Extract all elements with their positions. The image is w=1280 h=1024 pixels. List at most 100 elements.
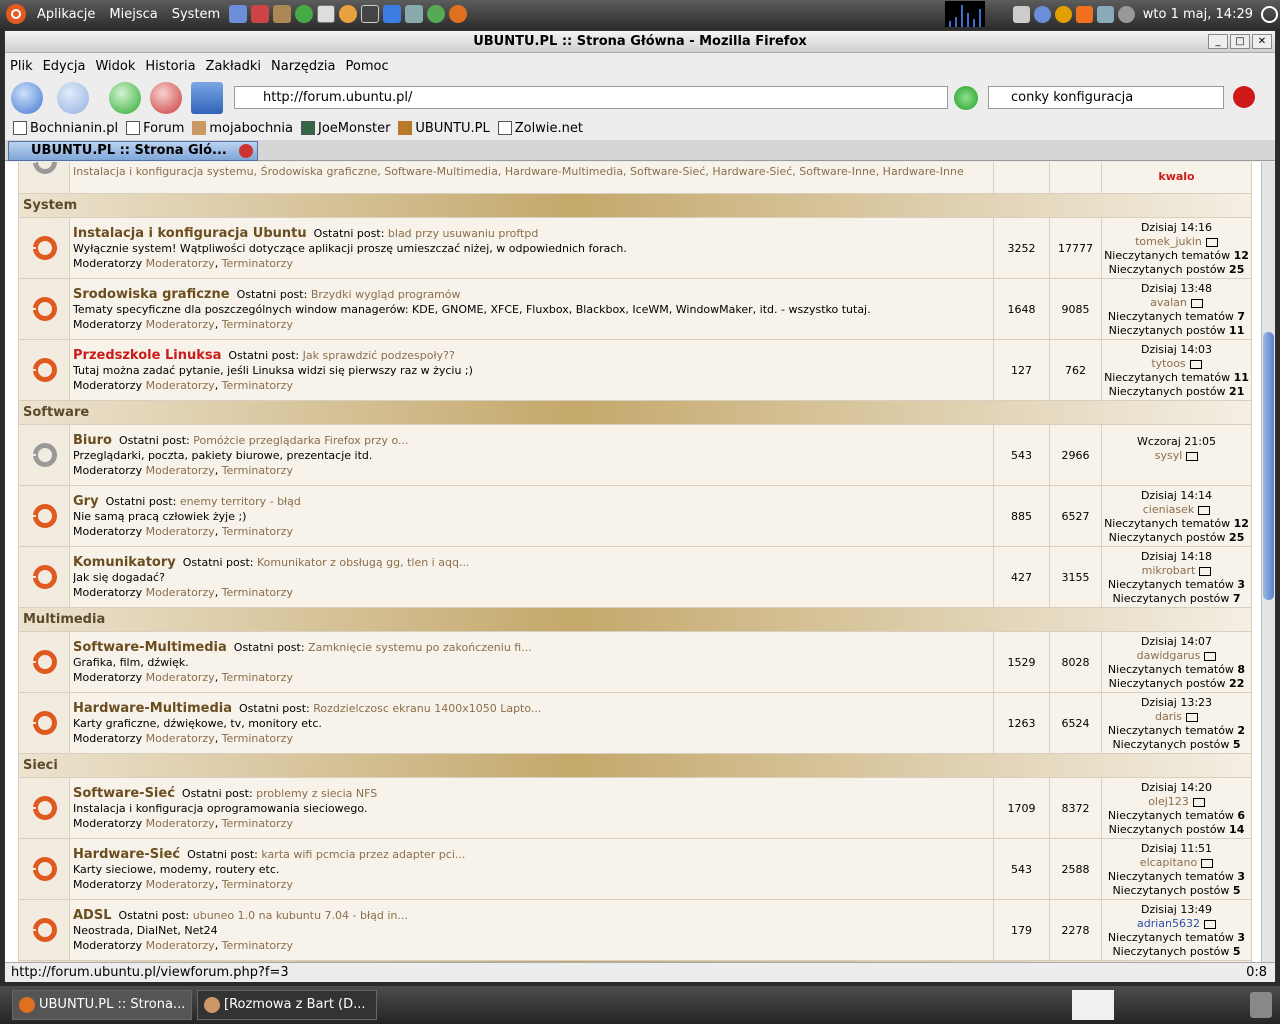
forum-title-link[interactable]: Instalacja i konfiguracja Ubuntu	[73, 226, 307, 241]
forum-title-link[interactable]: Hardware-Sieć	[73, 847, 180, 862]
moderators-link[interactable]: Moderatorzy	[146, 257, 215, 270]
last-post-user[interactable]: cieniasek	[1143, 503, 1195, 516]
last-post-user[interactable]: mikrobart	[1142, 564, 1196, 577]
moderators-link[interactable]: Moderatorzy	[146, 939, 215, 952]
star-icon[interactable]	[1075, 5, 1093, 23]
close-button[interactable]: ✕	[1252, 34, 1272, 49]
goto-post-icon[interactable]	[1198, 505, 1211, 515]
network-icon[interactable]	[1012, 5, 1030, 23]
forum-title-link[interactable]: Gry	[73, 494, 99, 509]
trash-icon[interactable]	[1250, 992, 1272, 1018]
moderators-link[interactable]: Moderatorzy	[146, 732, 215, 745]
image-launcher-icon[interactable]	[405, 5, 424, 23]
task-chat[interactable]: [Rozmowa z Bart (D...	[197, 990, 377, 1020]
bookmark-ubuntu[interactable]: UBUNTU.PL	[398, 121, 490, 136]
last-post-link[interactable]: karta wifi pcmcia przez adapter pci...	[261, 848, 465, 861]
bookmark-forum[interactable]: Forum	[126, 121, 184, 136]
task-firefox[interactable]: UBUNTU.PL :: Strona...	[12, 990, 192, 1020]
ubuntu-logo-icon[interactable]	[6, 4, 26, 24]
terminatorzy-link[interactable]: Terminatorzy	[222, 464, 293, 477]
moderators-link[interactable]: Moderatorzy	[146, 379, 215, 392]
last-post-user[interactable]: tytoos	[1151, 357, 1185, 370]
last-post-user[interactable]: dawidgarus	[1137, 649, 1201, 662]
last-post-user[interactable]: kwalo	[1158, 170, 1194, 183]
forum-title-link[interactable]: Hardware-Multimedia	[73, 701, 232, 716]
last-post-user[interactable]: sysyl	[1155, 449, 1183, 462]
last-post-link[interactable]: ubuneo 1.0 na kubuntu 7.04 - błąd in...	[193, 909, 408, 922]
category-multimedia[interactable]: Multimedia	[18, 608, 1252, 632]
skype-launcher-icon[interactable]	[295, 5, 314, 23]
volume-icon[interactable]	[1117, 5, 1135, 23]
terminatorzy-link[interactable]: Terminatorzy	[222, 671, 293, 684]
terminatorzy-link[interactable]: Terminatorzy	[222, 586, 293, 599]
last-post-link[interactable]: Jak sprawdzić podzespoły??	[303, 349, 455, 362]
menu-pomoc[interactable]: Pomoc	[341, 59, 394, 74]
last-post-user[interactable]: tomek_jukin	[1135, 235, 1202, 248]
forum-title-link[interactable]: Komunikatory	[73, 555, 176, 570]
menu-system[interactable]: System	[165, 7, 227, 22]
gimp-launcher-icon[interactable]	[273, 5, 292, 23]
moderators-link[interactable]: Moderatorzy	[146, 586, 215, 599]
url-bar[interactable]: http://forum.ubuntu.pl/	[234, 86, 948, 109]
last-post-link[interactable]: Brzydki wygląd programów	[311, 288, 461, 301]
terminatorzy-link[interactable]: Terminatorzy	[222, 379, 293, 392]
maximize-button[interactable]: □	[1230, 34, 1250, 49]
terminatorzy-link[interactable]: Terminatorzy	[222, 817, 293, 830]
menu-historia[interactable]: Historia	[140, 59, 200, 74]
moderators-link[interactable]: Moderatorzy	[146, 817, 215, 830]
forward-button[interactable]	[57, 82, 89, 114]
editor-launcher-icon[interactable]	[383, 5, 402, 23]
adblock-icon[interactable]	[1233, 86, 1255, 108]
terminatorzy-link[interactable]: Terminatorzy	[222, 257, 293, 270]
forum-title-link[interactable]: Przedszkole Linuksa	[73, 348, 221, 363]
terminatorzy-link[interactable]: Terminatorzy	[222, 525, 293, 538]
close-tab-icon[interactable]	[239, 144, 253, 158]
goto-post-icon[interactable]	[1204, 919, 1216, 929]
bookmark-zolwie[interactable]: Zolwie.net	[497, 121, 583, 136]
forum-title-link[interactable]: Biuro	[73, 433, 112, 448]
search-bar[interactable]: conky konfiguracja	[988, 86, 1224, 109]
last-post-link[interactable]: Komunikator z obsługą gg, tlen i aqq...	[257, 556, 469, 569]
stop-button[interactable]	[150, 82, 182, 114]
goto-post-icon[interactable]	[1192, 797, 1205, 807]
terminatorzy-link[interactable]: Terminatorzy	[222, 732, 293, 745]
last-post-user[interactable]: daris	[1155, 710, 1182, 723]
category-system[interactable]: System	[18, 194, 1252, 218]
forum-title-link[interactable]: Środowiska graficzne	[73, 287, 230, 302]
menu-edycja[interactable]: Edycja	[38, 59, 91, 74]
bookmark-joemonster[interactable]: JoeMonster	[301, 121, 390, 136]
power-icon[interactable]	[1261, 5, 1278, 23]
bookmark-mojabochnia[interactable]: mojabochnia	[192, 121, 293, 136]
moderators-link[interactable]: Moderatorzy	[146, 671, 215, 684]
last-post-link[interactable]: problemy z siecia NFS	[256, 787, 377, 800]
last-post-user[interactable]: elcapitano	[1140, 856, 1197, 869]
back-button[interactable]	[11, 82, 43, 114]
last-post-link[interactable]: Rozdzielczosc ekranu 1400x1050 Lapto...	[313, 702, 541, 715]
applet-icon[interactable]	[1096, 5, 1114, 23]
last-post-link[interactable]: blad przy usuwaniu proftpd	[388, 227, 538, 240]
moderators-link[interactable]: Moderatorzy	[146, 318, 215, 331]
moderators-link[interactable]: Moderatorzy	[146, 525, 215, 538]
browser-launcher-icon[interactable]	[229, 5, 248, 23]
vertical-scrollbar[interactable]	[1261, 162, 1275, 962]
weather-icon[interactable]	[1054, 5, 1072, 23]
goto-post-icon[interactable]	[1186, 451, 1199, 461]
menu-miejsca[interactable]: Miejsca	[102, 7, 164, 22]
goto-post-icon[interactable]	[1199, 566, 1212, 576]
last-post-user[interactable]: olej123	[1148, 795, 1189, 808]
menu-narzedzia[interactable]: Narzędzia	[266, 59, 341, 74]
terminatorzy-link[interactable]: Terminatorzy	[222, 939, 293, 952]
goto-post-icon[interactable]	[1186, 712, 1199, 722]
moderators-link[interactable]: Moderatorzy	[146, 464, 215, 477]
moderators-link[interactable]: Moderatorzy	[146, 878, 215, 891]
forum-title-link[interactable]: ADSL	[73, 908, 112, 923]
terminal-launcher-icon[interactable]	[317, 5, 336, 23]
tab-ubuntu[interactable]: UBUNTU.PL :: Strona Gló...	[8, 141, 258, 161]
goto-post-icon[interactable]	[1190, 298, 1203, 308]
last-post-link[interactable]: Zamknięcie systemu po zakończeniu fi...	[308, 641, 532, 654]
last-post-user[interactable]: avalan	[1150, 296, 1187, 309]
subforum-list[interactable]: Instalacja i konfiguracja systemu, Środo…	[73, 164, 993, 179]
menu-widok[interactable]: Widok	[90, 59, 140, 74]
app-launcher-icon[interactable]	[251, 5, 270, 23]
category-sieci[interactable]: Sieci	[18, 754, 1252, 778]
